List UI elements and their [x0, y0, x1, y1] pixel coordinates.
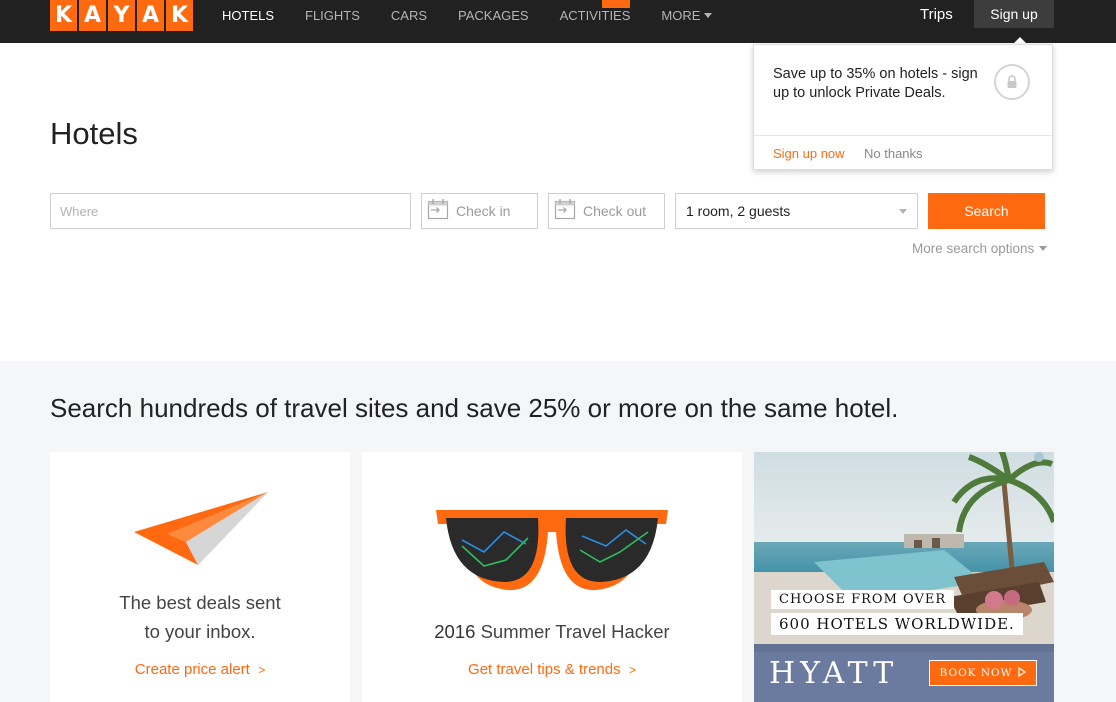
price-alert-line1: The best deals sent [119, 592, 281, 613]
page-title: Hotels [50, 116, 138, 151]
chevron-right-icon: > [628, 663, 636, 677]
popover-divider [754, 135, 1052, 136]
logo-letter: A [137, 0, 164, 31]
paper-plane-icon [132, 490, 272, 575]
travel-hacker-year: 2016 [434, 621, 476, 642]
private-deals-popover: Save up to 35% on hotels - sign up to un… [753, 44, 1053, 170]
chevron-down-icon [704, 12, 713, 18]
main-nav: HOTELS FLIGHTS CARS PACKAGES ACTIVITIES … [222, 0, 743, 30]
book-now-label: BOOK NOW [939, 667, 1013, 679]
nav-item-more[interactable]: MORE [661, 7, 713, 23]
where-field [50, 193, 411, 229]
promo-tagline: Search hundreds of travel sites and save… [50, 393, 899, 423]
top-nav-bar: K A Y A K HOTELS FLIGHTS CARS PACKAGES A… [0, 0, 1116, 43]
new-badge [601, 0, 630, 8]
logo-letter: K [50, 0, 77, 31]
travel-tips-label: Get travel tips & trends [468, 661, 621, 678]
chevron-right-icon: > [258, 663, 266, 677]
hyatt-ad[interactable]: CHOOSE FROM OVER 600 HOTELS WORLDWIDE. H… [754, 452, 1054, 702]
travel-tips-link[interactable]: Get travel tips & trends > [362, 661, 742, 678]
nav-item-more-label: MORE [661, 7, 701, 23]
nav-item-activities[interactable]: ACTIVITIES [559, 0, 631, 23]
book-now-button[interactable]: BOOK NOW [929, 660, 1037, 686]
logo-letter: Y [108, 0, 135, 31]
search-button[interactable]: Search [928, 193, 1045, 229]
logo-letter: K [166, 0, 193, 31]
play-arrow-icon [1018, 666, 1027, 680]
travel-hacker-card: 2016 Summer Travel Hacker Get travel tip… [362, 452, 742, 702]
nav-item-packages[interactable]: PACKAGES [458, 8, 529, 23]
sunglasses-icon [432, 502, 672, 599]
lock-icon [994, 64, 1030, 100]
price-alert-line2: to your inbox. [144, 621, 256, 642]
nav-item-flights[interactable]: FLIGHTS [305, 8, 360, 23]
checkout-field[interactable]: Check out [548, 193, 665, 229]
chevron-down-icon [899, 208, 907, 214]
popover-message: Save up to 35% on hotels - sign up to un… [773, 66, 978, 101]
calendar-icon [554, 198, 576, 225]
create-price-alert-link[interactable]: Create price alert > [50, 661, 350, 678]
more-search-options-link[interactable]: More search options [912, 241, 1048, 256]
guests-select[interactable]: 1 room, 2 guests [675, 193, 918, 229]
more-search-options-label: More search options [912, 241, 1035, 256]
calendar-icon [427, 198, 449, 225]
nav-item-cars[interactable]: CARS [391, 8, 427, 23]
guests-value: 1 room, 2 guests [686, 203, 791, 219]
checkin-label: Check in [456, 203, 511, 219]
nav-item-hotels[interactable]: HOTELS [222, 8, 274, 23]
checkout-label: Check out [583, 203, 647, 219]
nav-item-activities-label: ACTIVITIES [559, 7, 631, 23]
ad-headline-line1: CHOOSE FROM OVER [771, 590, 955, 609]
ad-headline-line2: 600 HOTELS WORLDWIDE. [771, 613, 1023, 635]
where-input[interactable] [51, 194, 410, 228]
price-alert-card: The best deals sent to your inbox. Creat… [50, 452, 350, 702]
create-price-alert-label: Create price alert [134, 661, 250, 678]
signup-now-link[interactable]: Sign up now [773, 146, 845, 161]
logo-letter: A [79, 0, 106, 31]
kayak-logo[interactable]: K A Y A K [50, 0, 193, 31]
checkin-field[interactable]: Check in [421, 193, 538, 229]
travel-hacker-title: 2016 Summer Travel Hacker [362, 617, 742, 646]
signup-button[interactable]: Sign up [974, 0, 1054, 28]
travel-hacker-label: Summer Travel Hacker [480, 621, 670, 642]
trips-link[interactable]: Trips [920, 6, 953, 23]
no-thanks-link[interactable]: No thanks [864, 146, 923, 161]
chevron-down-icon [1039, 246, 1048, 251]
hyatt-logo: HYATT [769, 656, 899, 691]
